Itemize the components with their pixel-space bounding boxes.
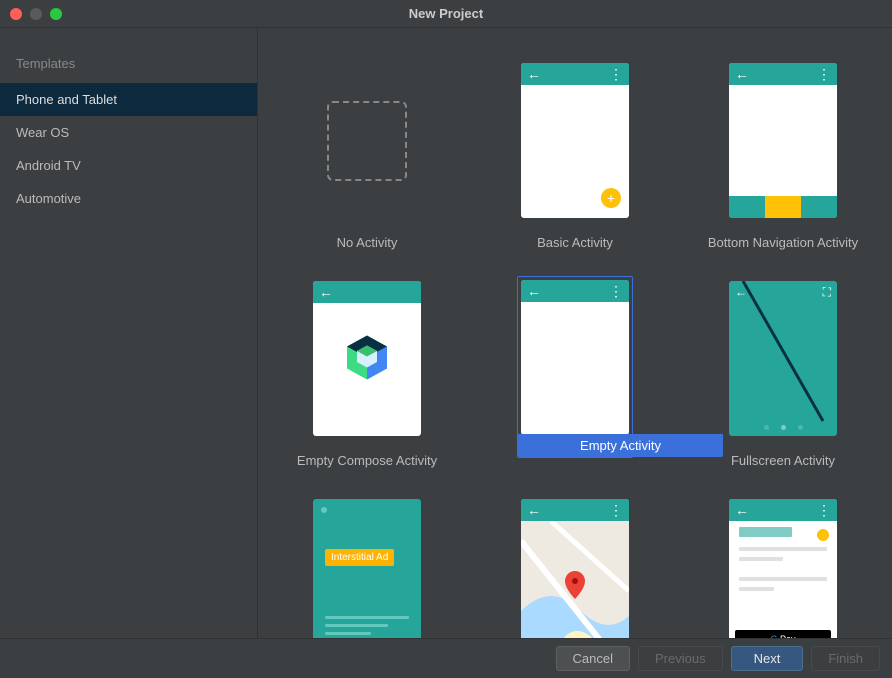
bottom-nav-bar xyxy=(729,196,837,218)
titlebar: New Project xyxy=(0,0,892,28)
preview-bottom-nav: ←⋮ xyxy=(729,63,837,218)
tile-label: No Activity xyxy=(337,235,398,250)
template-empty-activity[interactable]: ←⋮ Empty Activity xyxy=(488,276,663,468)
preview-basic: ← ⋮ + xyxy=(521,63,629,218)
sidebar-item-label: Wear OS xyxy=(16,125,69,140)
template-gallery: No Activity ←⋮ + Basic Activity ←⋮ Botto… xyxy=(258,28,892,638)
close-icon[interactable] xyxy=(10,8,22,20)
back-arrow-icon: ← xyxy=(735,67,749,81)
back-arrow-icon: ← xyxy=(735,503,749,517)
template-gpay[interactable]: ←⋮ G G PayPay Google Pay Activity xyxy=(696,494,871,638)
sidebar-item-label: Phone and Tablet xyxy=(16,92,117,107)
preview-no-activity xyxy=(313,63,421,218)
sidebar-item-label: Android TV xyxy=(16,158,81,173)
preview-ad: Interstitial Ad xyxy=(313,499,421,638)
minimize-icon[interactable] xyxy=(30,8,42,20)
previous-button: Previous xyxy=(638,646,723,671)
sidebar-item-wear-os[interactable]: Wear OS xyxy=(0,116,257,149)
back-arrow-icon: ← xyxy=(319,285,333,299)
preview-fullscreen: ←⛶ xyxy=(729,281,837,436)
tile-label: Basic Activity xyxy=(537,235,613,250)
overflow-menu-icon: ⋮ xyxy=(609,503,623,517)
next-button[interactable]: Next xyxy=(731,646,804,671)
page-indicator xyxy=(729,425,837,430)
overflow-menu-icon: ⋮ xyxy=(609,67,623,81)
window-controls xyxy=(0,8,62,20)
back-arrow-icon: ← xyxy=(527,284,541,298)
tile-label: Fullscreen Activity xyxy=(731,453,835,468)
map-icon xyxy=(521,521,629,638)
footer: Cancel Previous Next Finish xyxy=(0,638,892,678)
cancel-button[interactable]: Cancel xyxy=(556,646,630,671)
tile-label: Empty Activity xyxy=(518,434,723,457)
overflow-menu-icon: ⋮ xyxy=(817,503,831,517)
back-arrow-icon: ← xyxy=(527,503,541,517)
preview-empty: ←⋮ xyxy=(521,280,629,435)
template-interstitial-ad[interactable]: Interstitial Ad Interstitial Ad xyxy=(280,494,455,638)
sidebar-item-label: Automotive xyxy=(16,191,81,206)
preview-maps: ←⋮ xyxy=(521,499,629,638)
dashed-placeholder-icon xyxy=(327,101,407,181)
preview-compose: ← xyxy=(313,281,421,436)
template-no-activity[interactable]: No Activity xyxy=(280,58,455,250)
tile-label: Bottom Navigation Activity xyxy=(708,235,858,250)
fab-icon: + xyxy=(601,188,621,208)
sidebar-item-phone-tablet[interactable]: Phone and Tablet xyxy=(0,83,257,116)
finish-button: Finish xyxy=(811,646,880,671)
placeholder-lines xyxy=(325,616,409,638)
overflow-menu-icon: ⋮ xyxy=(609,284,623,298)
template-maps[interactable]: ←⋮ Maps Activity xyxy=(488,494,663,638)
template-empty-compose[interactable]: ← Empty Compose Activity xyxy=(280,276,455,468)
star-badge-icon xyxy=(817,529,829,541)
compose-logo-icon xyxy=(347,335,387,382)
dot-icon xyxy=(321,507,327,513)
gpay-button: G G PayPay xyxy=(735,630,831,638)
back-arrow-icon: ← xyxy=(527,67,541,81)
sidebar-item-automotive[interactable]: Automotive xyxy=(0,182,257,215)
template-basic-activity[interactable]: ← ⋮ + Basic Activity xyxy=(488,58,663,250)
sidebar: Templates Phone and Tablet Wear OS Andro… xyxy=(0,28,258,638)
template-bottom-nav[interactable]: ←⋮ Bottom Navigation Activity xyxy=(696,58,871,250)
sidebar-heading: Templates xyxy=(0,38,257,83)
sidebar-item-android-tv[interactable]: Android TV xyxy=(0,149,257,182)
ad-chip: Interstitial Ad xyxy=(325,549,394,566)
maximize-icon[interactable] xyxy=(50,8,62,20)
window-title: New Project xyxy=(409,6,483,21)
preview-gpay: ← ⋮ G G PayPay xyxy=(729,499,837,638)
placeholder-lines xyxy=(739,527,827,597)
overflow-menu-icon: ⋮ xyxy=(817,67,831,81)
tile-label: Empty Compose Activity xyxy=(297,453,437,468)
diagonal-line-icon xyxy=(729,281,837,431)
